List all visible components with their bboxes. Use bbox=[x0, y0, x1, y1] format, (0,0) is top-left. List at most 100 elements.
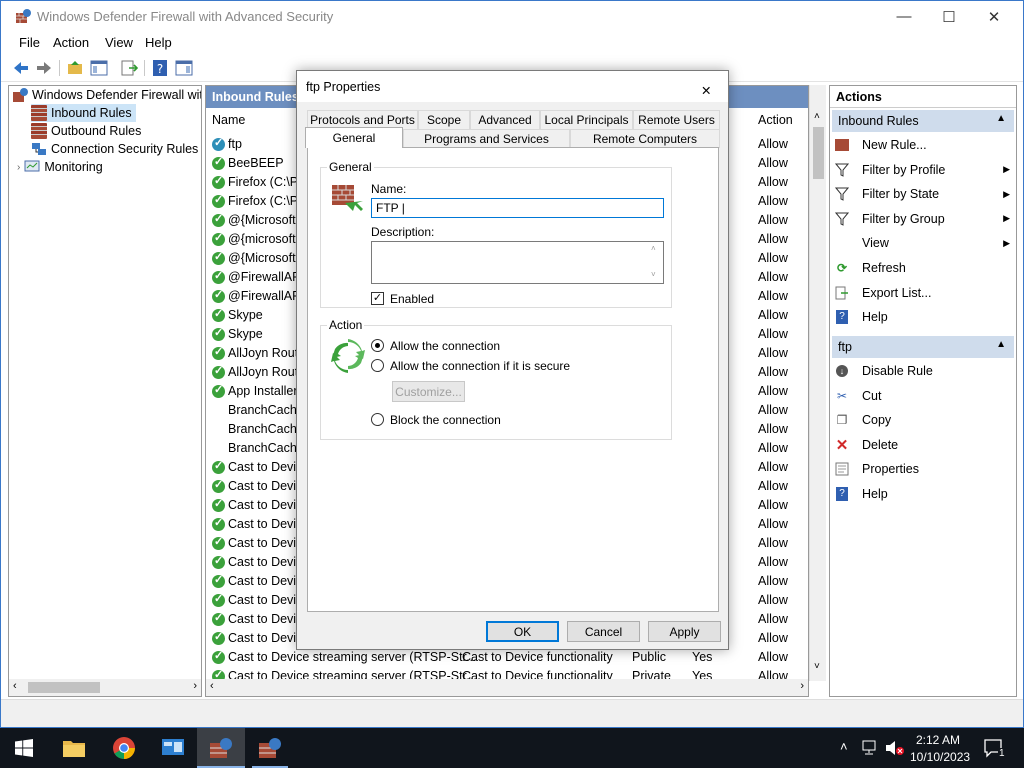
tab-scope[interactable]: Scope bbox=[418, 110, 470, 129]
tree-root[interactable]: Windows Defender Firewall with Advanced … bbox=[12, 86, 201, 104]
tree-horizontal-scrollbar[interactable]: ‹ › bbox=[9, 679, 201, 696]
help-icon[interactable]: ? bbox=[151, 59, 169, 77]
rule-action: Allow bbox=[758, 289, 788, 303]
start-button[interactable] bbox=[0, 728, 48, 768]
customize-button[interactable]: Customize... bbox=[392, 381, 465, 402]
general-group-label: General bbox=[327, 160, 374, 174]
menu-view[interactable]: View bbox=[105, 35, 133, 50]
enabled-checkbox[interactable]: ✓ bbox=[371, 292, 384, 305]
collapse-icon[interactable]: ▲ bbox=[996, 113, 1006, 124]
tree-item-monitoring[interactable]: › Monitoring bbox=[17, 158, 103, 176]
rule-row[interactable]: Cast to Device streaming server (RTSP-St… bbox=[206, 648, 808, 667]
back-icon[interactable] bbox=[12, 59, 30, 77]
scroll-left-icon[interactable]: ‹ bbox=[210, 680, 214, 692]
tab-remote-computers[interactable]: Remote Computers bbox=[570, 129, 720, 148]
apply-button[interactable]: Apply bbox=[648, 621, 721, 642]
network-icon[interactable] bbox=[862, 740, 880, 756]
allow-if-secure-radio[interactable] bbox=[371, 359, 384, 372]
scroll-right-icon[interactable]: › bbox=[800, 680, 804, 692]
action-label: Filter by Group bbox=[862, 211, 945, 226]
collapse-icon[interactable]: ▲ bbox=[996, 339, 1006, 350]
action-help[interactable]: ? Help bbox=[834, 306, 1012, 328]
tree-item-connection-security-rules[interactable]: Connection Security Rules bbox=[31, 140, 198, 158]
taskbar-chrome[interactable] bbox=[100, 728, 148, 768]
rule-enabled: Yes bbox=[692, 650, 713, 664]
up-folder-icon[interactable] bbox=[66, 59, 84, 77]
action-view[interactable]: View ▶ bbox=[834, 232, 1012, 254]
scroll-right-icon[interactable]: › bbox=[193, 680, 197, 692]
folder-icon bbox=[63, 741, 85, 757]
taskbar-firewall-advanced[interactable] bbox=[197, 728, 245, 768]
show-hidden-icons-chevron-icon[interactable]: ˄ bbox=[840, 739, 848, 754]
action-export-list[interactable]: Export List... bbox=[834, 282, 1012, 304]
tree-item-outbound-rules[interactable]: Outbound Rules bbox=[31, 122, 141, 140]
action-disable-rule[interactable]: ↓ Disable Rule bbox=[834, 360, 1012, 382]
action-help[interactable]: ? Help bbox=[834, 483, 1012, 505]
tree-item-inbound-rules[interactable]: Inbound Rules bbox=[31, 104, 136, 122]
tab-general[interactable]: General bbox=[305, 127, 403, 148]
rule-action: Allow bbox=[758, 441, 788, 455]
menu-file[interactable]: File bbox=[19, 35, 40, 50]
description-label: Description: bbox=[371, 225, 435, 239]
action-filter-by-state[interactable]: Filter by State ▶ bbox=[834, 183, 1012, 205]
actions-section-ftp[interactable]: ftp ▲ bbox=[832, 336, 1014, 358]
menu-action[interactable]: Action bbox=[53, 35, 89, 50]
scroll-up-icon[interactable]: ˄ bbox=[814, 111, 820, 122]
scrollbar-thumb[interactable] bbox=[813, 127, 824, 179]
column-header-action[interactable]: Action bbox=[758, 113, 793, 133]
action-copy[interactable]: ❐ Copy bbox=[834, 409, 1012, 431]
tab-remote-users[interactable]: Remote Users bbox=[633, 110, 720, 129]
list-vertical-scrollbar[interactable]: ˄ ˅ bbox=[809, 85, 826, 681]
column-header-name[interactable]: Name bbox=[212, 113, 245, 133]
action-delete[interactable]: ✕ Delete bbox=[834, 434, 1012, 456]
menu-help[interactable]: Help bbox=[145, 35, 172, 50]
delete-icon: ✕ bbox=[835, 436, 849, 454]
dialog-close-button[interactable]: ✕ bbox=[692, 74, 722, 100]
rule-name: BeeBEEP bbox=[228, 156, 284, 170]
minimize-button[interactable]: — bbox=[881, 1, 927, 32]
scroll-down-icon[interactable]: ˅ bbox=[814, 661, 820, 672]
taskbar-firewall-2[interactable] bbox=[246, 728, 294, 768]
action-cut[interactable]: ✂ Cut bbox=[834, 385, 1012, 407]
list-horizontal-scrollbar[interactable]: ‹ › bbox=[206, 679, 808, 696]
forward-icon[interactable] bbox=[35, 59, 53, 77]
scroll-left-icon[interactable]: ‹ bbox=[13, 680, 17, 692]
close-button[interactable]: ✕ bbox=[971, 1, 1017, 32]
taskbar-control-panel[interactable] bbox=[149, 728, 197, 768]
tab-local-principals[interactable]: Local Principals bbox=[540, 110, 633, 129]
export-list-icon[interactable] bbox=[120, 59, 138, 77]
name-input[interactable]: FTP | bbox=[371, 198, 664, 218]
taskbar-file-explorer[interactable] bbox=[50, 728, 98, 768]
console-tree: Windows Defender Firewall with Advanced … bbox=[8, 85, 202, 697]
allow-connection-radio[interactable] bbox=[371, 339, 384, 352]
volume-muted-icon[interactable] bbox=[885, 740, 905, 756]
name-label: Name: bbox=[371, 182, 407, 196]
action-filter-by-profile[interactable]: Filter by Profile ▶ bbox=[834, 159, 1012, 181]
actions-section-inbound-rules[interactable]: Inbound Rules ▲ bbox=[832, 110, 1014, 132]
action-properties[interactable]: Properties bbox=[834, 458, 1012, 480]
allow-rule-icon bbox=[212, 250, 225, 265]
action-refresh[interactable]: ⟳ Refresh bbox=[834, 257, 1012, 279]
show-hide-tree-icon[interactable] bbox=[90, 59, 108, 77]
scrollbar-thumb[interactable] bbox=[28, 682, 100, 693]
scroll-up-icon[interactable]: ˄ bbox=[651, 244, 656, 253]
rule-action: Allow bbox=[758, 574, 788, 588]
tab-advanced[interactable]: Advanced bbox=[470, 110, 540, 129]
ok-button[interactable]: OK bbox=[486, 621, 559, 642]
allow-rule-icon bbox=[212, 383, 225, 398]
expand-chevron-icon[interactable]: › bbox=[17, 162, 20, 173]
export-icon bbox=[834, 285, 850, 301]
action-filter-by-group[interactable]: Filter by Group ▶ bbox=[834, 208, 1012, 230]
block-connection-radio[interactable] bbox=[371, 413, 384, 426]
clock-time[interactable]: 2:12 AM bbox=[916, 733, 960, 747]
action-new-rule[interactable]: New Rule... bbox=[834, 134, 1012, 156]
cancel-button[interactable]: Cancel bbox=[567, 621, 640, 642]
tab-programs-and-services[interactable]: Programs and Services bbox=[403, 129, 570, 148]
show-hide-action-pane-icon[interactable] bbox=[175, 59, 193, 77]
rule-name: Firefox (C:\Pr bbox=[228, 175, 303, 189]
description-textarea[interactable] bbox=[371, 241, 664, 284]
scroll-down-icon[interactable]: ˅ bbox=[651, 270, 656, 279]
maximize-button[interactable]: ☐ bbox=[926, 1, 972, 32]
clock-date[interactable]: 10/10/2023 bbox=[910, 750, 970, 764]
firewall-rule-icon bbox=[332, 185, 363, 211]
